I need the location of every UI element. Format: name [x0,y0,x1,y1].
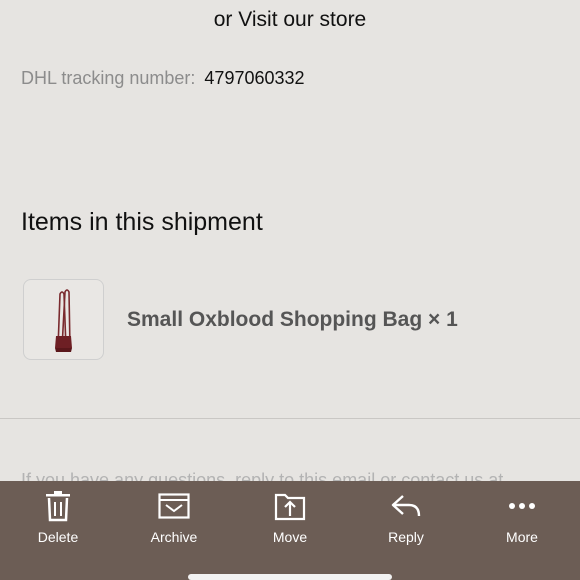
archive-label: Archive [150,529,198,545]
more-button[interactable]: More [464,489,580,580]
move-button[interactable]: Move [232,489,348,580]
tracking-row: DHL tracking number: 4797060332 [21,68,305,89]
move-label: Move [272,529,308,545]
archive-icon [157,489,191,523]
divider [0,418,580,419]
shopping-bag-image [55,289,72,352]
item-image [23,279,104,360]
reply-label: Reply [388,529,424,545]
item-name: Small Oxblood Shopping Bag × 1 [127,308,458,331]
trash-icon [41,489,75,523]
delete-label: Delete [37,529,79,545]
tracking-number[interactable]: 4797060332 [204,68,304,88]
archive-button[interactable]: Archive [116,489,232,580]
more-label: More [506,529,538,545]
email-view: or Visit our store DHL tracking number: … [0,0,580,580]
reply-button[interactable]: Reply [348,489,464,580]
more-icon [505,489,539,523]
move-icon [273,489,307,523]
shipment-title: Items in this shipment [21,208,263,236]
delete-button[interactable]: Delete [0,489,116,580]
visit-store-link[interactable]: or Visit our store [0,8,580,32]
mail-toolbar: Delete Archive Move Reply More [0,481,580,580]
home-indicator[interactable] [188,574,392,580]
tracking-label: DHL tracking number: [21,68,196,88]
reply-icon [389,489,423,523]
